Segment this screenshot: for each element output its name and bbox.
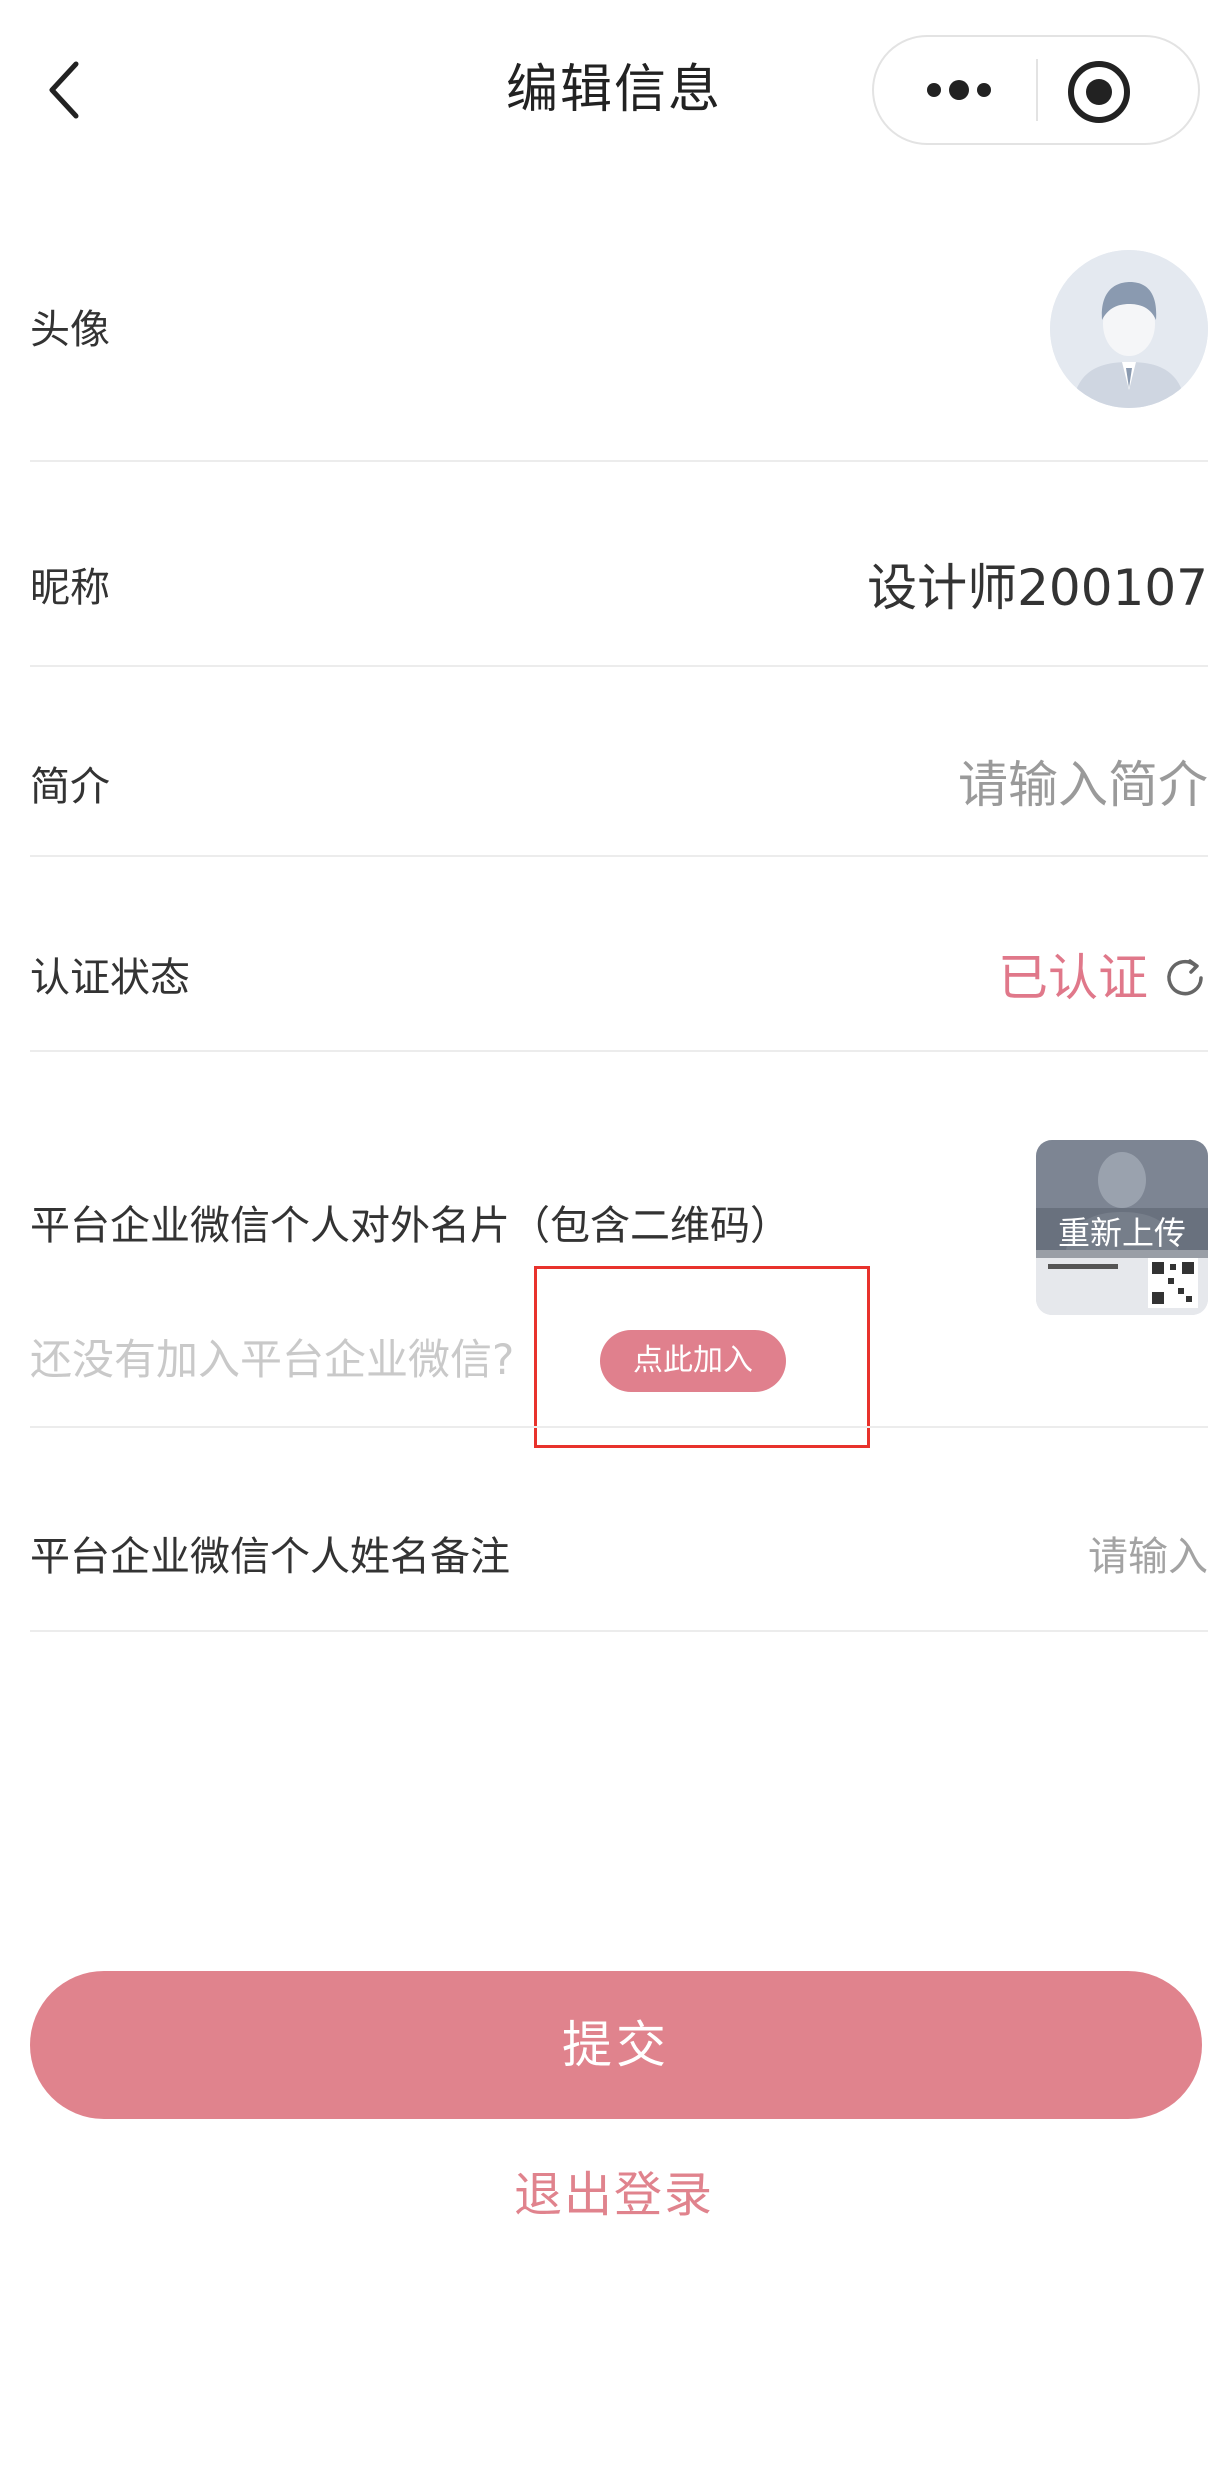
highlight-box — [534, 1266, 870, 1448]
bio-input[interactable]: 请输入简介 — [958, 750, 1208, 820]
qr-card-thumbnail[interactable]: 重新上传 — [1036, 1140, 1208, 1315]
miniprogram-capsule — [872, 35, 1200, 145]
divider — [30, 1050, 1208, 1052]
name-remark-input[interactable]: 请输入 — [1088, 1527, 1208, 1587]
capsule-divider — [1036, 59, 1038, 121]
bio-label: 简介 — [30, 764, 110, 810]
divider — [30, 1426, 1208, 1428]
divider — [30, 665, 1208, 667]
refresh-icon[interactable] — [1162, 955, 1208, 1001]
more-dots-icon[interactable] — [904, 64, 1014, 116]
nickname-label: 昵称 — [30, 565, 110, 611]
certification-label: 认证状态 — [30, 955, 190, 1001]
nickname-value[interactable]: 设计师200107 — [867, 553, 1208, 623]
avatar[interactable] — [1050, 250, 1208, 408]
divider — [30, 855, 1208, 857]
divider — [30, 460, 1208, 462]
join-wecom-hint: 还没有加入平台企业微信? — [30, 1335, 515, 1384]
name-remark-label: 平台企业微信个人姓名备注 — [30, 1534, 510, 1580]
submit-button[interactable]: 提交 — [30, 1971, 1202, 2119]
target-circle-icon[interactable] — [1064, 57, 1134, 127]
logout-link[interactable]: 退出登录 — [0, 2155, 1228, 2235]
divider — [30, 1630, 1208, 1632]
wecom-card-label: 平台企业微信个人对外名片（包含二维码） — [30, 1203, 790, 1249]
avatar-label: 头像 — [30, 307, 110, 353]
reupload-label[interactable]: 重新上传 — [1036, 1208, 1208, 1258]
certification-status: 已认证 — [998, 949, 1148, 1007]
